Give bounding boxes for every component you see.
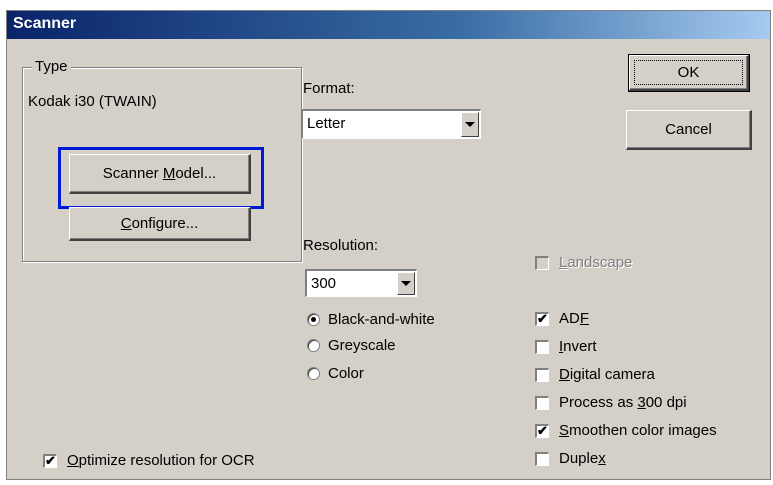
- radio-dot: [311, 317, 316, 322]
- scanner-dialog: Scanner Type Kodak i30 (TWAIN) Scanner M…: [6, 10, 771, 480]
- resolution-label: Resolution:: [303, 237, 379, 254]
- invert-label: Invert: [559, 338, 597, 355]
- checkbox-box: [535, 452, 549, 466]
- radio-label: Color: [328, 365, 364, 382]
- smoothen-color-label: Smoothen color images: [559, 422, 717, 439]
- checkbox-box: [535, 368, 549, 382]
- radio-circle: [307, 339, 320, 352]
- optimize-ocr-label: Optimize resolution for OCR: [67, 452, 255, 469]
- ok-label: OK: [677, 64, 700, 81]
- format-label: Format:: [303, 80, 355, 97]
- cancel-button[interactable]: Cancel: [626, 110, 752, 150]
- check-icon: ✔: [535, 424, 549, 438]
- adf-label: ADF: [559, 310, 590, 327]
- device-name: Kodak i30 (TWAIN): [28, 93, 157, 110]
- configure-button[interactable]: Configure...: [69, 207, 251, 241]
- title-bar[interactable]: Scanner: [7, 11, 770, 39]
- checkbox-box: [535, 256, 549, 270]
- resolution-value: 300: [311, 275, 337, 292]
- format-value: Letter: [307, 115, 346, 132]
- checkbox-box: [535, 396, 549, 410]
- check-icon: ✔: [43, 454, 57, 468]
- duplex-label: Duplex: [559, 450, 606, 467]
- check-icon: ✔: [535, 312, 549, 326]
- radio-label: Greyscale: [328, 337, 396, 354]
- configure-label: Configure...: [120, 215, 199, 232]
- format-dropdown-arrow[interactable]: [461, 112, 479, 137]
- radio-circle: [307, 367, 320, 380]
- type-group-label: Type: [32, 58, 71, 75]
- chevron-down-icon: [401, 281, 411, 286]
- landscape-label: Landscape: [559, 254, 633, 271]
- checkbox-box: [535, 340, 549, 354]
- process-300dpi-label: Process as 300 dpi: [559, 394, 687, 411]
- window-title: Scanner: [13, 15, 77, 32]
- resolution-select[interactable]: 300: [305, 269, 417, 297]
- scanner-model-highlight: [58, 147, 264, 209]
- cancel-label: Cancel: [665, 121, 712, 138]
- digital-camera-label: Digital camera: [559, 366, 655, 383]
- ok-button[interactable]: OK: [628, 54, 750, 92]
- radio-label: Black-and-white: [328, 311, 435, 328]
- resolution-dropdown-arrow[interactable]: [397, 272, 415, 295]
- chevron-down-icon: [465, 122, 475, 127]
- format-select[interactable]: Letter: [301, 109, 481, 139]
